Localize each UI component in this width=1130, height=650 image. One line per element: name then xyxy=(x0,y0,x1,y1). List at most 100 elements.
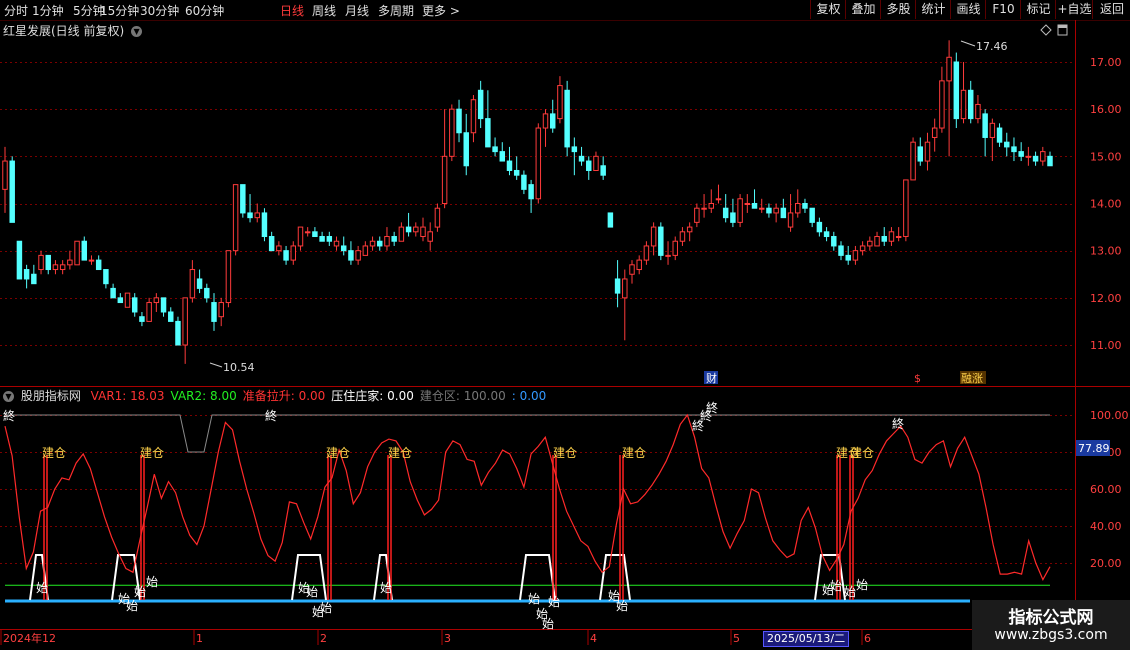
candle-body xyxy=(960,89,967,120)
indicator-signal-label: 始 xyxy=(36,581,48,595)
date-axis-label: 5 xyxy=(733,632,740,645)
candle-body xyxy=(643,245,650,261)
indicator-signal-label: 建仓 xyxy=(553,446,577,460)
candle-body xyxy=(326,236,333,242)
candle-body xyxy=(74,240,80,266)
candle-body xyxy=(196,278,203,289)
indicator-signal-label: 始 xyxy=(616,599,628,613)
svg-text:10.54: 10.54 xyxy=(223,361,255,374)
main-chart-title: 红星发展(日线 前复权) ▼ xyxy=(3,22,143,39)
candle-body xyxy=(924,141,931,162)
candle-body xyxy=(405,226,412,233)
candle-body xyxy=(81,240,88,261)
candle-body xyxy=(31,273,37,285)
candle-body xyxy=(348,250,354,261)
candle-body xyxy=(67,259,73,266)
candle-body xyxy=(355,250,361,261)
indicator-labels: 建仓 建仓 建仓 建仓 建仓 建仓 建仓建仓終 終終終終終始始始始始 始始始始始始始始始 始始始始… xyxy=(3,400,904,631)
candle-body xyxy=(542,113,549,129)
candlesticks xyxy=(2,40,1053,364)
finance-event-mark[interactable]: 财 xyxy=(706,371,717,385)
candle-body xyxy=(751,203,758,209)
chevron-down-icon[interactable]: ▼ xyxy=(3,391,14,402)
price-axis-label: 17.00 xyxy=(1090,56,1122,69)
indicator-signal-label: 始 xyxy=(126,599,138,613)
indicator-signal-label: 始 xyxy=(542,617,554,631)
candle-body xyxy=(823,231,830,238)
watermark-logo: 指标公式网 www.zbgs3.com xyxy=(972,600,1130,650)
window-icon[interactable] xyxy=(1057,24,1068,36)
candle-body xyxy=(758,207,765,210)
svg-text:17.46: 17.46 xyxy=(976,40,1008,53)
dividend-event-mark[interactable]: $ xyxy=(914,372,921,385)
candle-body xyxy=(802,203,808,209)
candle-body xyxy=(593,155,599,171)
indicator-signal-label: 建仓 xyxy=(42,446,66,460)
price-axis-labels: 17.00 16.00 15.00 14.00 13.00 12.00 11.00 100.0… xyxy=(1090,56,1129,570)
candle-body xyxy=(362,245,369,256)
candle-body xyxy=(463,132,469,167)
candle-body xyxy=(427,231,433,242)
indicator-signal-label: 終 xyxy=(706,400,718,415)
date-axis-label: 6 xyxy=(864,632,871,645)
date-axis-label: 2024年12 xyxy=(3,631,56,645)
candle-body xyxy=(895,236,902,239)
candle-body xyxy=(261,212,268,238)
date-axis-label: 1 xyxy=(196,632,203,645)
indicator-signal-label: 始 xyxy=(320,601,332,615)
indicator-signal-label: 始 xyxy=(528,592,540,606)
indicator-value: 建仓区: 100.00 xyxy=(419,389,506,403)
candle-body xyxy=(787,212,794,228)
candle-body xyxy=(247,212,253,219)
candle-body xyxy=(939,80,945,129)
candle-body xyxy=(672,240,678,256)
candle-body xyxy=(485,118,491,148)
candle-body xyxy=(816,221,823,233)
indicator-signal-label: 建仓 xyxy=(388,446,412,460)
diamond-icon[interactable] xyxy=(1040,24,1052,36)
indicator-value: 准备拉升: 0.00 xyxy=(242,389,326,403)
candle-body xyxy=(319,236,325,242)
candle-body xyxy=(622,278,628,299)
candle-body xyxy=(917,146,924,162)
candle-body xyxy=(477,89,484,120)
chevron-down-icon[interactable]: ▼ xyxy=(131,26,143,37)
stock-title: 红星发展(日线 前复权) xyxy=(3,24,125,38)
candle-body xyxy=(586,160,592,171)
candle-body xyxy=(521,174,527,190)
candle-body xyxy=(780,207,787,219)
chart-canvas: 建仓 建仓 建仓 建仓 建仓 建仓 建仓建仓終 終終終終終始始始始始 始始始始始始始始始 始始始始… xyxy=(0,20,1130,650)
candle-body xyxy=(564,89,570,148)
indicator-signal-label: 建仓 xyxy=(622,446,646,460)
candle-body xyxy=(369,240,376,247)
candle-body xyxy=(614,278,621,294)
candle-body xyxy=(881,236,887,242)
margin-event-mark[interactable]: 融涨 xyxy=(961,372,983,385)
candle-body xyxy=(117,297,124,304)
low-marker: 10.54 xyxy=(209,361,255,374)
indicator-signal-label: 終 xyxy=(892,416,904,431)
candle-body xyxy=(867,240,873,247)
price-axis-label: 13.00 xyxy=(1090,245,1122,258)
indicator-signal-label: 始 xyxy=(380,581,392,595)
indicator-axis-label: 100.00 xyxy=(1090,409,1129,422)
indicator-name: 股朋指标网 xyxy=(20,389,81,403)
indicator-signal-label: 始 xyxy=(830,579,842,593)
high-marker: 17.46 xyxy=(960,40,1008,53)
candle-body xyxy=(449,108,455,157)
candle-body xyxy=(240,184,246,214)
candle-body xyxy=(441,155,448,204)
indicator-value: 压住庄家: 0.00 xyxy=(331,389,414,403)
candle-body xyxy=(852,250,859,261)
candle-body xyxy=(888,231,895,242)
candle-body xyxy=(874,236,880,247)
candle-body xyxy=(665,254,671,257)
watermark-title: 指标公式网 xyxy=(1008,608,1094,628)
candle-body xyxy=(398,226,405,242)
candle-body xyxy=(549,113,556,129)
candle-body xyxy=(1047,155,1053,167)
candle-body xyxy=(168,311,174,322)
candle-body xyxy=(2,160,8,190)
candle-body xyxy=(499,151,506,162)
candle-body xyxy=(139,316,145,322)
